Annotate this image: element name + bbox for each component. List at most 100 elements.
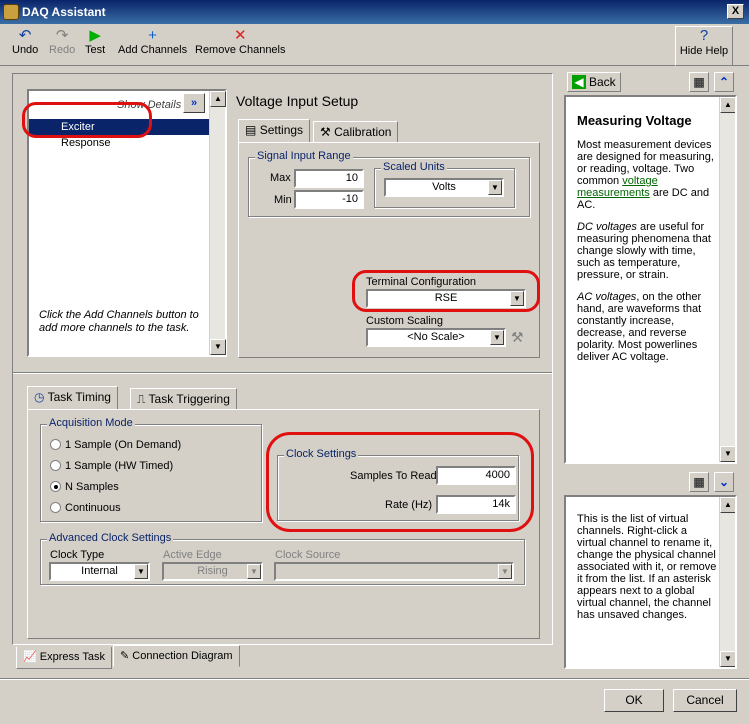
setup-title: Voltage Input Setup [236,93,359,109]
clock-type-label: Clock Type [50,549,105,561]
chevron-down-icon[interactable]: ▼ [498,564,512,579]
min-input[interactable]: -10 [294,190,364,209]
settings-icon: ▤ [245,123,257,137]
undo-label: Undo [12,44,39,56]
tab-task-triggering[interactable]: ⎍ Task Triggering [130,388,237,410]
help-content-upper: Measuring Voltage Most measurement devic… [564,95,737,464]
tab-express-task[interactable]: 📈 Express Task [16,647,112,669]
ok-button[interactable]: OK [604,689,664,712]
tab-settings[interactable]: ▤ Settings [238,119,311,143]
highlight-ring-terminal [352,270,540,312]
scaled-units-label: Scaled Units [381,161,447,173]
cancel-button[interactable]: Cancel [673,689,737,712]
window-icon[interactable]: ▦ [689,72,709,92]
scaled-units-value: Volts [432,181,456,193]
undo-icon: ↶ [18,27,32,44]
remove-channels-label: Remove Channels [195,44,286,56]
highlight-ring-channel [22,102,152,138]
play-icon: ▶ [89,27,101,44]
plus-icon: + [148,27,157,44]
expand-down-icon[interactable]: ⌄ [714,472,734,492]
tab-connection-diagram-label: Connection Diagram [132,650,233,662]
active-edge-select[interactable]: Rising ▼ [162,562,263,581]
help-paragraph-1: Most measurement devices are designed fo… [577,139,714,211]
clock-type-value: Internal [81,565,118,577]
wrench-icon: ⚒ [320,125,331,139]
close-button[interactable]: X [727,4,744,19]
tab-connection-diagram[interactable]: ✎ Connection Diagram [113,645,240,667]
radio-hw-timed[interactable]: 1 Sample (HW Timed) [50,460,173,472]
radio-continuous[interactable]: Continuous [50,502,121,514]
tab-calibration-label: Calibration [334,125,392,139]
help-paragraph-3: AC voltages, on the other hand, are wave… [577,291,702,363]
scroll-up-icon[interactable]: ▲ [720,497,735,513]
scroll-up-icon[interactable]: ▲ [720,97,735,113]
chevron-down-icon[interactable]: ▼ [134,564,148,579]
redo-label: Redo [49,44,76,56]
custom-scaling-select[interactable]: <No Scale> ▼ [366,328,506,347]
radio-dot[interactable] [50,439,61,450]
chevron-down-icon[interactable]: ▼ [488,180,502,195]
tab-settings-label: Settings [259,123,304,137]
active-edge-value: Rising [197,565,228,577]
show-details-button[interactable]: » [183,93,205,113]
back-arrow-icon: ◀ [572,75,586,89]
clock-source-select[interactable]: ▼ [274,562,514,581]
test-button[interactable]: ▶ Test [85,27,106,57]
max-label: Max [270,172,291,184]
tab-task-timing-label: Task Timing [47,390,111,404]
redo-icon: ↷ [55,27,69,44]
window-icon[interactable]: ▦ [689,472,709,492]
channel-item-response[interactable]: Response [61,137,111,149]
hide-help-button[interactable]: ? Hide Help [675,26,733,66]
help-scrollbar-lower[interactable]: ▲ ▼ [719,497,735,667]
wrench-icon[interactable]: ⚒ [511,329,524,346]
x-icon: ✕ [233,27,247,44]
tab-task-triggering-label: Task Triggering [148,392,230,406]
radio-on-demand[interactable]: 1 Sample (On Demand) [50,439,181,451]
radio-on-demand-label: 1 Sample (On Demand) [65,439,182,451]
graph-icon: 📈 [23,651,37,663]
test-label: Test [85,44,106,56]
radio-dot-selected[interactable] [50,481,61,492]
window-title: DAQ Assistant [22,5,106,19]
scroll-down-icon[interactable]: ▼ [210,339,226,355]
help-icon: ? [699,27,709,44]
scaled-units-select[interactable]: Volts ▼ [384,178,504,197]
radio-dot[interactable] [50,502,61,513]
radio-hw-timed-label: 1 Sample (HW Timed) [65,460,174,472]
scroll-down-icon[interactable]: ▼ [720,651,735,667]
add-channels-button[interactable]: + Add Channels [118,27,188,57]
tab-task-timing[interactable]: ◷ Task Timing [27,386,118,410]
tab-calibration[interactable]: ⚒ Calibration [313,121,399,143]
highlight-ring-clock [266,432,534,532]
redo-button[interactable]: ↷ Redo [49,27,76,57]
clock-type-select[interactable]: Internal ▼ [49,562,150,581]
tab-express-task-label: Express Task [39,651,105,663]
add-channels-label: Add Channels [118,44,188,56]
scroll-down-icon[interactable]: ▼ [720,446,735,462]
help-heading: Measuring Voltage [577,113,692,128]
chevron-down-icon[interactable]: ▼ [247,564,261,579]
radio-n-samples-label: N Samples [65,481,119,493]
channel-list-scrollbar[interactable]: ▲ ▼ [209,91,226,355]
max-input[interactable]: 10 [294,169,364,188]
radio-n-samples[interactable]: N Samples [50,481,119,493]
min-label: Min [274,194,292,206]
advanced-clock-label: Advanced Clock Settings [47,532,174,544]
chevron-down-icon[interactable]: ▼ [490,330,504,345]
back-button[interactable]: ◀ Back [567,72,621,92]
divider [13,372,552,374]
clock-icon: ◷ [34,390,45,404]
scroll-up-icon[interactable]: ▲ [210,91,226,107]
radio-dot[interactable] [50,460,61,471]
hide-help-label: Hide Help [679,45,729,57]
back-label: Back [588,75,616,89]
undo-button[interactable]: ↶ Undo [12,27,39,57]
clock-source-label: Clock Source [275,549,341,561]
custom-scaling-label: Custom Scaling [366,315,444,327]
collapse-up-icon[interactable]: ⌃ [714,72,734,92]
remove-channels-button[interactable]: ✕ Remove Channels [195,27,286,57]
title-bar: DAQ Assistant X [0,0,749,24]
help-scrollbar-upper[interactable]: ▲ ▼ [719,97,735,462]
